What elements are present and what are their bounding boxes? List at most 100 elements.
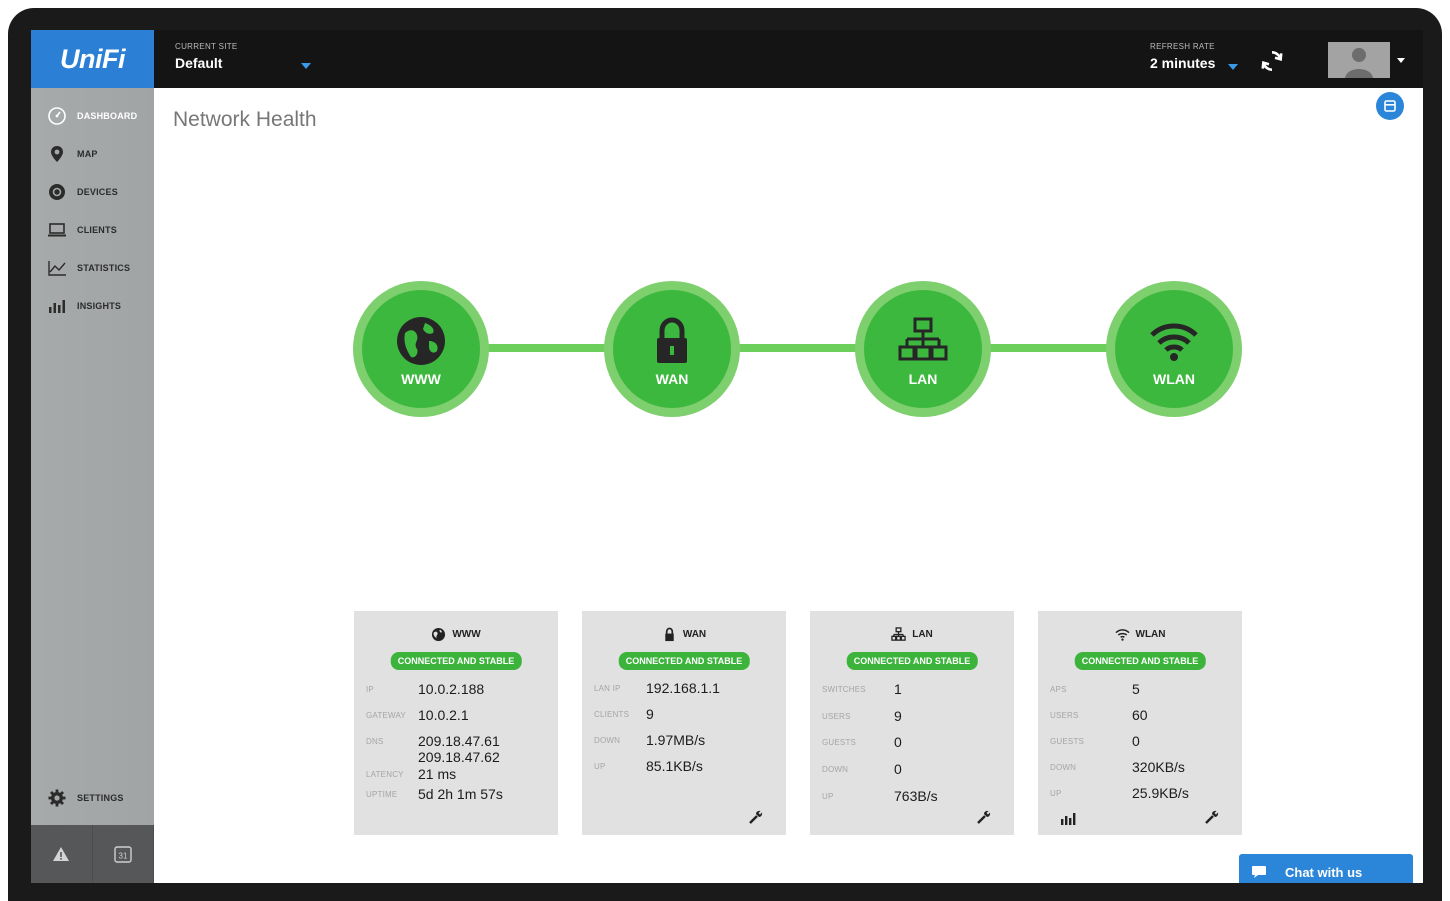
card-wlan: WLAN CONNECTED AND STABLE APS 5 USERS 60… (1038, 611, 1242, 835)
row-guests: GUESTS 0 (822, 734, 902, 750)
health-node-lan[interactable]: LAN (855, 281, 991, 417)
refresh-value: 2 minutes (1150, 55, 1216, 71)
row-label: UP (594, 762, 606, 771)
row-up: UP 85.1KB/s (594, 758, 703, 774)
sidebar-item-devices[interactable]: DEVICES (31, 174, 154, 210)
refresh-dropdown-icon[interactable] (1228, 64, 1238, 70)
row-users: USERS 60 (1050, 707, 1148, 723)
refresh-icon[interactable] (1259, 48, 1285, 74)
row-guests: GUESTS 0 (1050, 733, 1140, 749)
sidebar-item-clients[interactable]: CLIENTS (31, 212, 154, 248)
row-value: 9 (894, 708, 902, 724)
network-icon (898, 317, 948, 361)
wrench-icon[interactable] (1204, 809, 1220, 825)
health-link-www-wan (487, 344, 607, 352)
node-label: WWW (401, 371, 441, 387)
row-value: 1 (894, 681, 902, 697)
row-clients: CLIENTS 9 (594, 706, 654, 722)
row-label: USERS (822, 712, 851, 721)
sidebar-item-label: DASHBOARD (77, 111, 138, 121)
row-down: DOWN 1.97MB/s (594, 732, 705, 748)
laptop-icon (48, 223, 66, 237)
row-label: LAN IP (594, 684, 621, 693)
row-aps: APS 5 (1050, 681, 1140, 697)
row-value: 763B/s (894, 788, 938, 804)
row-value: 9 (646, 706, 654, 722)
row-label: LATENCY (366, 770, 404, 779)
card-header: WAN (582, 627, 786, 642)
wifi-icon (1150, 323, 1198, 361)
row-value: 5 (1132, 681, 1140, 697)
user-avatar[interactable] (1328, 42, 1390, 78)
card-lan: LAN CONNECTED AND STABLE SWITCHES 1 USER… (810, 611, 1014, 835)
sidebar-item-label: CLIENTS (77, 225, 117, 235)
alerts-button[interactable] (31, 825, 93, 883)
chat-bubble-icon (1252, 866, 1266, 878)
health-node-wlan[interactable]: WLAN (1106, 281, 1242, 417)
panel-icon (1384, 100, 1396, 112)
sidebar-item-map[interactable]: MAP (31, 136, 154, 172)
node-label: LAN (908, 371, 938, 387)
calendar-day: 31 (118, 852, 127, 861)
site-dropdown-icon[interactable] (301, 63, 311, 69)
sidebar-item-statistics[interactable]: STATISTICS (31, 250, 154, 286)
card-header: WLAN (1038, 627, 1242, 642)
row-gateway: GATEWAY 10.0.2.1 (366, 707, 469, 723)
row-label: DOWN (594, 736, 621, 745)
row-switches: SWITCHES 1 (822, 681, 902, 697)
refresh-rate-selector[interactable]: REFRESH RATE 2 minutes (1150, 42, 1215, 71)
sidebar-footer: 31 (31, 825, 154, 883)
node-label: WAN (655, 371, 689, 387)
row-label: DNS (366, 737, 384, 746)
health-node-www[interactable]: WWW (353, 281, 489, 417)
network-icon (891, 627, 906, 641)
bar-chart-icon[interactable] (1060, 811, 1076, 825)
page-title: Network Health (173, 108, 317, 131)
status-badge: CONNECTED AND STABLE (618, 652, 750, 670)
refresh-label: REFRESH RATE (1150, 42, 1215, 51)
row-ip: IP 10.0.2.188 (366, 681, 484, 697)
health-node-wan[interactable]: WAN (604, 281, 740, 417)
row-down: DOWN 0 (822, 761, 902, 777)
site-selector[interactable]: CURRENT SITE Default (175, 42, 238, 71)
line-chart-icon (48, 261, 66, 276)
row-value: 209.18.47.61 209.18.47.62 (418, 733, 500, 765)
sidebar-item-label: STATISTICS (77, 263, 131, 273)
top-bar: UniFi CURRENT SITE Default REFRESH RATE … (31, 30, 1423, 88)
row-value: 21 ms (418, 766, 457, 782)
wrench-icon[interactable] (748, 809, 764, 825)
user-menu-caret-icon[interactable] (1397, 58, 1405, 63)
row-value: 192.168.1.1 (646, 680, 720, 696)
map-pin-icon (51, 146, 63, 162)
unifi-logo[interactable]: UniFi (31, 30, 154, 88)
row-label: GUESTS (822, 738, 857, 747)
wrench-icon[interactable] (976, 809, 992, 825)
health-link-lan-wlan (989, 344, 1109, 352)
sidebar-item-label: SETTINGS (77, 793, 124, 803)
row-value: 10.0.2.188 (418, 681, 485, 697)
row-up: UP 25.9KB/s (1050, 785, 1189, 801)
row-uptime: UPTIME 5d 2h 1m 57s (366, 786, 503, 802)
sidebar-item-insights[interactable]: INSIGHTS (31, 288, 154, 324)
row-label: GUESTS (1050, 737, 1085, 746)
row-label: USERS (1050, 711, 1079, 720)
row-value: 85.1KB/s (646, 758, 703, 774)
row-lan-ip: LAN IP 192.168.1.1 (594, 680, 720, 696)
devices-icon (49, 184, 65, 200)
card-www: WWW CONNECTED AND STABLE IP 10.0.2.188 G… (354, 611, 558, 835)
sidebar-item-label: INSIGHTS (77, 301, 122, 311)
site-label: CURRENT SITE (175, 42, 238, 51)
row-value: 25.9KB/s (1132, 785, 1189, 801)
sidebar-item-settings[interactable]: SETTINGS (31, 780, 154, 816)
sidebar-item-dashboard[interactable]: DASHBOARD (31, 98, 154, 134)
status-badge: CONNECTED AND STABLE (390, 652, 522, 670)
row-label: CLIENTS (594, 710, 630, 719)
row-label: DOWN (822, 765, 849, 774)
chat-button[interactable]: Chat with us (1239, 854, 1413, 883)
bar-chart-icon (49, 300, 65, 313)
events-button[interactable]: 31 (93, 825, 154, 883)
status-badge: CONNECTED AND STABLE (846, 652, 978, 670)
widget-toggle-button[interactable] (1376, 92, 1404, 120)
card-title: WWW (452, 629, 481, 640)
card-title: WLAN (1135, 629, 1166, 640)
